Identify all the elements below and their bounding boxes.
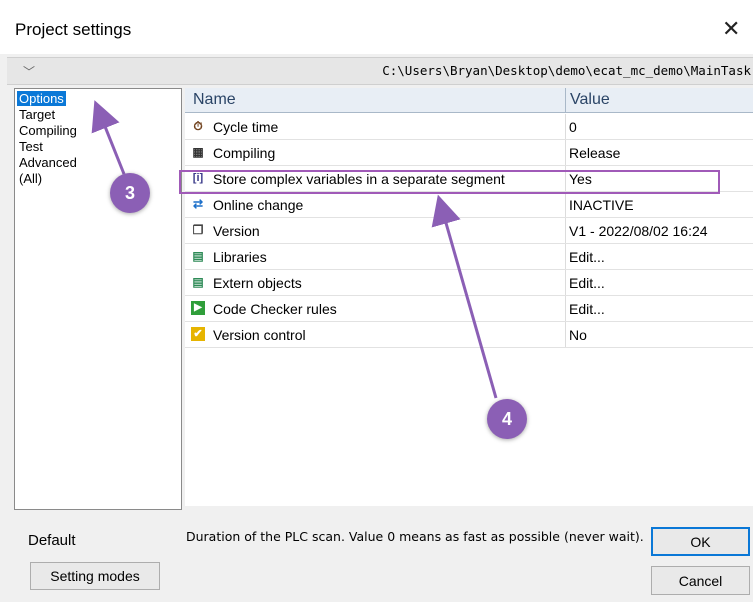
arrow-to-store-complex: [431, 194, 498, 399]
annotation-badge-4: 4: [487, 399, 527, 439]
annotation-arrows: [91, 100, 498, 399]
arrow-to-options: [91, 100, 126, 175]
annotation-badge-3: 3: [110, 173, 150, 213]
